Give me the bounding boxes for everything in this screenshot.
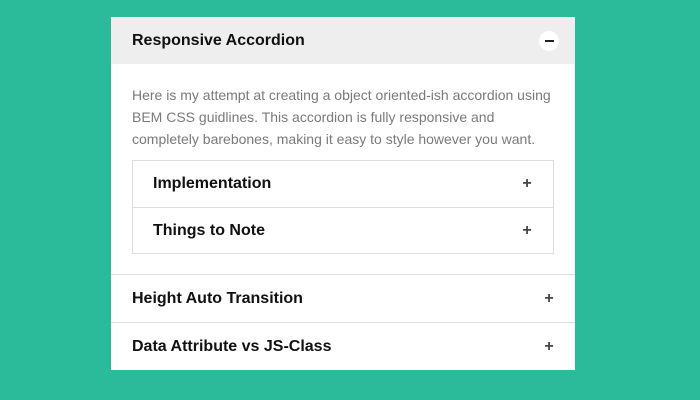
nested-accordion: Implementation + Things to Note + [132, 160, 554, 254]
accordion-title: Height Auto Transition [132, 289, 303, 307]
plus-icon[interactable]: + [517, 222, 537, 240]
plus-icon[interactable]: + [539, 290, 559, 308]
nested-item-things-to-note[interactable]: Things to Note + [133, 207, 553, 253]
accordion-header-responsive-accordion[interactable]: Responsive Accordion [111, 17, 575, 64]
nested-item-implementation[interactable]: Implementation + [133, 161, 553, 207]
accordion-title: Responsive Accordion [132, 31, 305, 49]
accordion-header-height-auto-transition[interactable]: Height Auto Transition + [111, 275, 575, 322]
accordion-header-data-attribute[interactable]: Data Attribute vs JS-Class + [111, 323, 575, 370]
accordion-description: Here is my attempt at creating a object … [132, 87, 551, 147]
accordion-title: Data Attribute vs JS-Class [132, 337, 332, 355]
accordion: Responsive Accordion Here is my attempt … [111, 17, 575, 370]
nested-item-title: Things to Note [153, 221, 265, 239]
nested-item-title: Implementation [153, 175, 272, 192]
plus-icon[interactable]: + [517, 175, 537, 193]
accordion-item-data-attribute: Data Attribute vs JS-Class + [111, 322, 575, 370]
minus-icon[interactable] [539, 30, 559, 51]
accordion-item-height-auto-transition: Height Auto Transition + [111, 274, 575, 322]
plus-icon[interactable]: + [539, 338, 559, 356]
accordion-body: Here is my attempt at creating a object … [111, 64, 575, 274]
